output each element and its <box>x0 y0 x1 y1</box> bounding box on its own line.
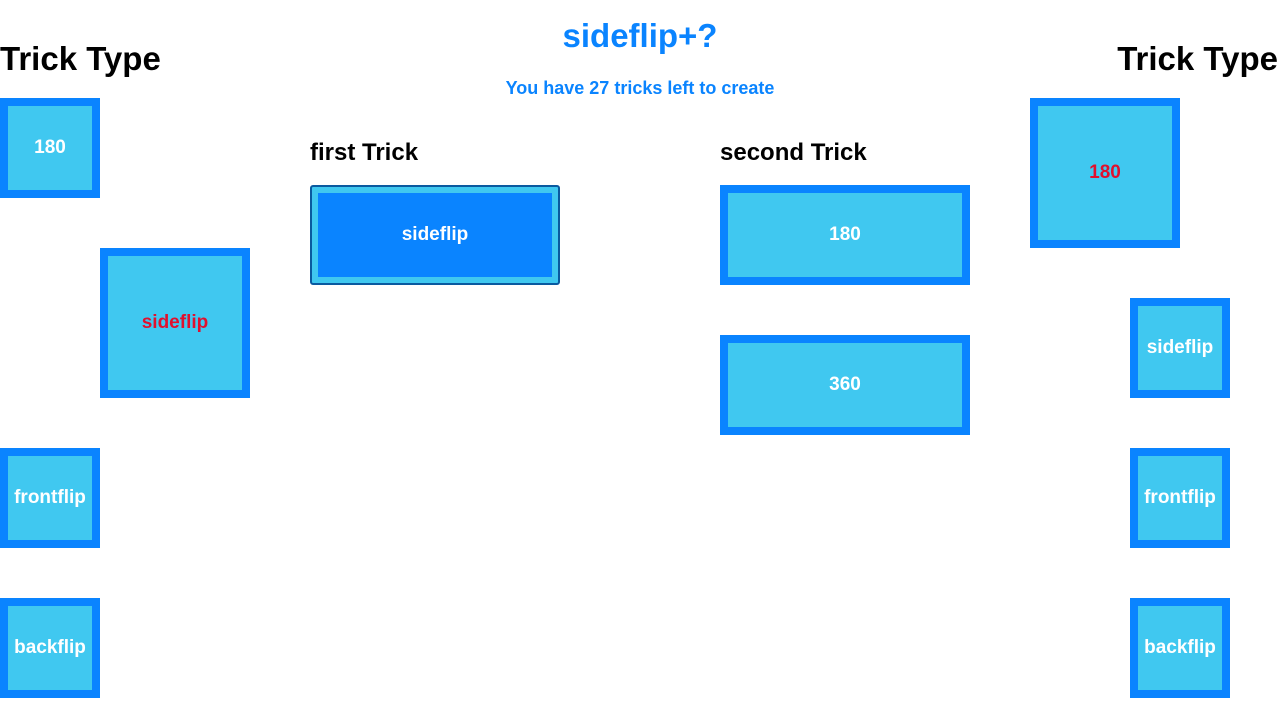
right-tile-backflip-label: backflip <box>1144 637 1216 658</box>
left-tile-180-label: 180 <box>34 137 66 158</box>
second-trick-option-180-label: 180 <box>829 224 861 245</box>
right-tile-backflip[interactable]: backflip <box>1130 598 1230 698</box>
second-trick-option-360[interactable]: 360 <box>720 335 970 435</box>
second-trick-heading: second Trick <box>720 139 867 166</box>
left-tile-frontflip[interactable]: frontflip <box>0 448 100 548</box>
right-trick-type-heading: Trick Type <box>1117 40 1278 77</box>
first-trick-value-box: sideflip <box>318 193 552 277</box>
right-tile-180-label: 180 <box>1089 162 1121 183</box>
second-trick-option-360-label: 360 <box>829 374 861 395</box>
left-tile-180[interactable]: 180 <box>0 98 100 198</box>
first-trick-heading: first Trick <box>310 139 419 166</box>
tricks-remaining-text: You have 27 tricks left to create <box>505 78 775 98</box>
left-tile-sideflip-label: sideflip <box>141 312 209 333</box>
left-tile-frontflip-label: frontflip <box>14 487 86 508</box>
app-stage: sideflip+? You have 27 tricks left to cr… <box>0 0 1280 717</box>
right-tile-sideflip-label: sideflip <box>1146 337 1214 358</box>
right-tile-frontflip-label: frontflip <box>1144 487 1216 508</box>
left-tile-sideflip[interactable]: sideflip <box>100 248 250 398</box>
left-trick-type-heading: Trick Type <box>0 40 161 77</box>
first-trick-slot[interactable]: sideflip <box>310 185 560 285</box>
left-tile-backflip[interactable]: backflip <box>0 598 100 698</box>
page-title: sideflip+? <box>562 17 718 54</box>
right-tile-frontflip[interactable]: frontflip <box>1130 448 1230 548</box>
left-tile-backflip-label: backflip <box>14 637 86 658</box>
second-trick-option-180[interactable]: 180 <box>720 185 970 285</box>
right-tile-180[interactable]: 180 <box>1030 98 1180 248</box>
first-trick-value: sideflip <box>401 224 469 245</box>
right-tile-sideflip[interactable]: sideflip <box>1130 298 1230 398</box>
